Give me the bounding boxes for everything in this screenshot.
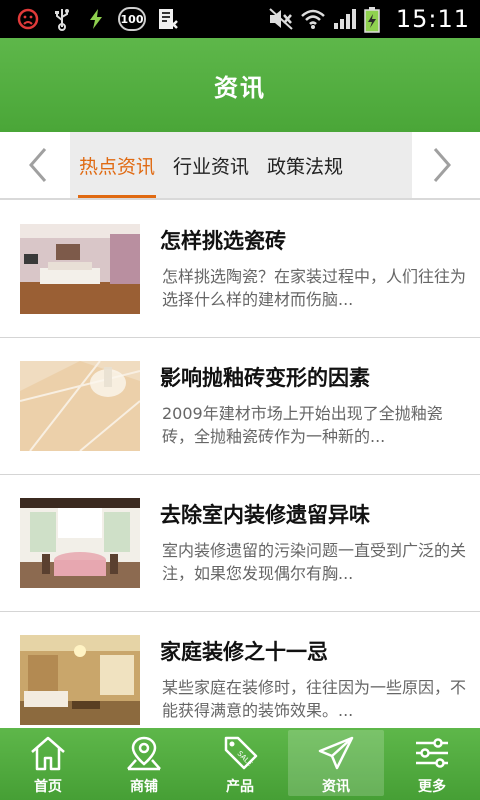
news-list: 怎样挑选瓷砖 怎样挑选陶瓷？在家装过程中，人们往往为选择什么样的建材而伤脑...… [0,201,480,728]
nav-products[interactable]: SALE 产品 [192,728,288,800]
news-thumbnail-living-room [20,635,140,725]
news-item[interactable]: 影响抛釉砖变形的因素 2009年建材市场上开始出现了全抛釉瓷砖，全抛釉瓷砖作为一… [0,338,480,475]
wifi-icon [300,7,325,31]
news-summary: 怎样挑选陶瓷？在家装过程中，人们往往为选择什么样的建材而伤脑... [162,267,467,309]
nav-shops[interactable]: 商铺 [96,728,192,800]
title-bar: 资讯 [0,38,480,132]
news-title: 去除室内装修遗留异味 [160,503,370,527]
news-summary: 2009年建材市场上开始出现了全抛釉瓷砖，全抛釉瓷砖作为一种新的... [162,404,443,446]
battery-icon [364,7,388,33]
usb-icon [50,7,74,31]
mute-icon [268,7,293,31]
nav-more[interactable]: 更多 [384,728,480,800]
tab-policy[interactable]: 政策法规 [258,132,352,198]
sliders-icon [412,734,452,772]
nav-label: 商铺 [130,779,158,795]
paper-plane-icon [316,734,356,772]
news-item[interactable]: 家庭装修之十一忌 某些家庭在装修时，往往因为一些原因，不能获得满意的装饰效果。.… [0,612,480,728]
nav-label: 更多 [418,779,446,795]
app-icon [156,7,180,31]
page-title: 资讯 [214,73,266,102]
tab-industry-news[interactable]: 行业资讯 [164,132,258,198]
charging-bolt-icon [84,7,108,31]
signal-icon [332,7,356,31]
nav-news[interactable]: 资讯 [288,728,384,800]
tab-strip: 热点资讯 行业资讯 政策法规 [70,132,412,198]
scroll-right-arrow[interactable] [422,142,462,188]
category-tab-bar: 热点资讯 行业资讯 政策法规 [0,132,480,200]
battery-100-badge-icon: 100 [118,7,146,31]
news-thumbnail-tiles [20,361,140,451]
nav-label: 首页 [34,779,62,795]
home-icon [28,734,68,772]
status-time: 15:11 [395,5,470,33]
sale-tag-icon: SALE [220,734,260,772]
news-thumbnail-dining-room [20,498,140,588]
news-item[interactable]: 怎样挑选瓷砖 怎样挑选陶瓷？在家装过程中，人们往往为选择什么样的建材而伤脑... [0,201,480,338]
news-summary: 某些家庭在装修时，往往因为一些原因，不能获得满意的装饰效果。... [162,678,467,720]
news-title: 家庭装修之十一忌 [160,640,328,664]
no-notify-icon [16,7,40,31]
nav-label: 产品 [226,779,254,795]
news-summary: 室内装修遗留的污染问题一直受到广泛的关注，如果您发现偶尔有胸... [162,541,467,583]
news-title: 怎样挑选瓷砖 [160,229,286,253]
bottom-nav: 首页 商铺 SALE 产品 资讯 更多 [0,728,480,800]
status-bar: 100 15:11 [0,0,480,38]
scroll-left-arrow[interactable] [18,142,58,188]
nav-home[interactable]: 首页 [0,728,96,800]
nav-label: 资讯 [322,779,350,795]
tab-hot-news[interactable]: 热点资讯 [70,132,164,198]
chevron-right-icon [433,148,451,182]
news-thumbnail-bedroom [20,224,140,314]
news-title: 影响抛釉砖变形的因素 [160,366,370,390]
chevron-left-icon [29,148,47,182]
map-pin-icon [124,734,164,772]
news-item[interactable]: 去除室内装修遗留异味 室内装修遗留的污染问题一直受到广泛的关注，如果您发现偶尔有… [0,475,480,612]
